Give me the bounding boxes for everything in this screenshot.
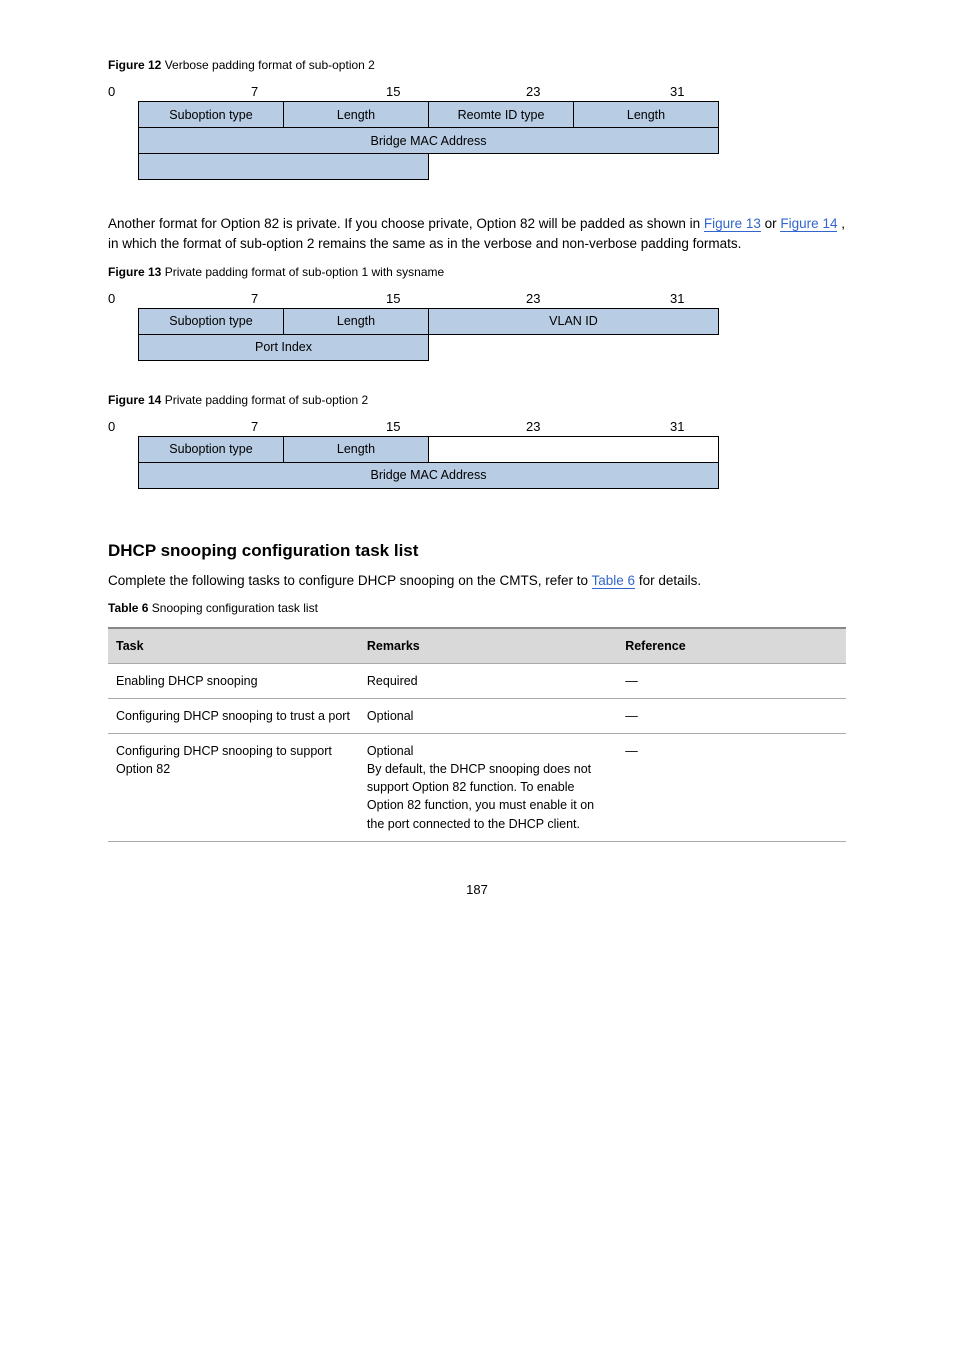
figure14-caption: Figure 14 Private padding format of sub-… bbox=[108, 393, 846, 407]
cell-suboption-type: Suboption type bbox=[139, 308, 284, 334]
cell-reference: — bbox=[617, 663, 846, 698]
figure14-diagram: 0 7 15 23 31 . Suboption type Length Bri… bbox=[108, 419, 846, 489]
bit-15: 15 bbox=[386, 84, 400, 99]
figure12-caption: Figure 12 Verbose padding format of sub-… bbox=[108, 58, 846, 72]
section-title: DHCP snooping configuration task list bbox=[108, 541, 846, 561]
figure13-caption-bold: Figure 13 bbox=[108, 265, 161, 279]
cell-port-index: Port Index bbox=[139, 334, 429, 360]
option82-paragraph: Another format for Option 82 is private.… bbox=[108, 214, 846, 255]
cell-suboption-type: Suboption type bbox=[139, 436, 284, 462]
table6: Task Remarks Reference Enabling DHCP sno… bbox=[108, 627, 846, 842]
bit-15: 15 bbox=[386, 419, 400, 434]
cell-remote-id-type: Reomte ID type bbox=[429, 102, 574, 128]
cell-bridge-mac-top: Bridge MAC Address bbox=[139, 128, 719, 154]
cell-length: Length bbox=[284, 436, 429, 462]
bit-31: 31 bbox=[670, 419, 684, 434]
bit-23: 23 bbox=[526, 84, 540, 99]
bit-23: 23 bbox=[526, 419, 540, 434]
figure12-table: Suboption type Length Reomte ID type Len… bbox=[138, 101, 719, 180]
figure13-link[interactable]: Figure 13 bbox=[704, 216, 761, 232]
bit-0: 0 bbox=[108, 419, 115, 434]
cell-task: Configuring DHCP snooping to trust a por… bbox=[108, 698, 359, 733]
figure14-link[interactable]: Figure 14 bbox=[780, 216, 837, 232]
figure13-caption: Figure 13 Private padding format of sub-… bbox=[108, 265, 846, 279]
figure13-diagram: 0 7 15 23 31 . Suboption type Length VLA… bbox=[108, 291, 846, 361]
section-para-pre: Complete the following tasks to configur… bbox=[108, 573, 592, 588]
section-paragraph: Complete the following tasks to configur… bbox=[108, 571, 846, 591]
cell-remarks: Required bbox=[359, 663, 617, 698]
th-task: Task bbox=[108, 628, 359, 664]
cell-reference: — bbox=[617, 734, 846, 842]
th-reference: Reference bbox=[617, 628, 846, 664]
figure14-caption-rest: Private padding format of sub-option 2 bbox=[161, 393, 368, 407]
cell-remarks: Optional By default, the DHCP snooping d… bbox=[359, 734, 617, 842]
bit-31: 31 bbox=[670, 84, 684, 99]
figure13-table: Suboption type Length VLAN ID Port Index bbox=[138, 308, 719, 361]
bit-0: 0 bbox=[108, 291, 115, 306]
bit-31: 31 bbox=[670, 291, 684, 306]
table-row: Configuring DHCP snooping to trust a por… bbox=[108, 698, 846, 733]
cell-bridge-mac-continued bbox=[139, 154, 429, 180]
cell-vlan-id: VLAN ID bbox=[429, 308, 719, 334]
figure12-bitlabels: 0 7 15 23 31 . bbox=[108, 84, 688, 99]
section-para-post: for details. bbox=[639, 573, 701, 588]
bit-7: 7 bbox=[251, 84, 258, 99]
figure13-caption-rest: Private padding format of sub-option 1 w… bbox=[161, 265, 444, 279]
para-pre: Another format for Option 82 is private.… bbox=[108, 216, 704, 231]
cell-length: Length bbox=[284, 308, 429, 334]
table6-caption: Table 6 Snooping configuration task list bbox=[108, 601, 846, 615]
cell-suboption-type: Suboption type bbox=[139, 102, 284, 128]
bit-7: 7 bbox=[251, 291, 258, 306]
cell-length-2: Length bbox=[574, 102, 719, 128]
table-row: Enabling DHCP snooping Required — bbox=[108, 663, 846, 698]
figure14-caption-bold: Figure 14 bbox=[108, 393, 161, 407]
cell-task: Configuring DHCP snooping to support Opt… bbox=[108, 734, 359, 842]
bit-0: 0 bbox=[108, 84, 115, 99]
figure14-bitlabels: 0 7 15 23 31 . bbox=[108, 419, 688, 434]
figure14-table: Suboption type Length Bridge MAC Address bbox=[138, 436, 719, 489]
page-number: 187 bbox=[108, 882, 846, 897]
cell-empty bbox=[429, 334, 719, 360]
cell-remarks: Optional bbox=[359, 698, 617, 733]
bit-7: 7 bbox=[251, 419, 258, 434]
bit-23: 23 bbox=[526, 291, 540, 306]
para-mid: or bbox=[765, 216, 781, 231]
table6-link[interactable]: Table 6 bbox=[592, 573, 636, 589]
bit-15: 15 bbox=[386, 291, 400, 306]
table6-caption-rest: Snooping configuration task list bbox=[148, 601, 317, 615]
table-row: Configuring DHCP snooping to support Opt… bbox=[108, 734, 846, 842]
cell-reference: — bbox=[617, 698, 846, 733]
cell-empty-top bbox=[429, 436, 719, 462]
cell-empty bbox=[429, 154, 719, 180]
cell-task: Enabling DHCP snooping bbox=[108, 663, 359, 698]
figure12-caption-bold: Figure 12 bbox=[108, 58, 161, 72]
figure12-diagram: 0 7 15 23 31 . Suboption type Length Reo… bbox=[108, 84, 846, 180]
cell-bridge-mac: Bridge MAC Address bbox=[139, 462, 719, 488]
cell-length-1: Length bbox=[284, 102, 429, 128]
table6-caption-bold: Table 6 bbox=[108, 601, 148, 615]
figure13-bitlabels: 0 7 15 23 31 . bbox=[108, 291, 688, 306]
th-remarks: Remarks bbox=[359, 628, 617, 664]
figure12-caption-rest: Verbose padding format of sub-option 2 bbox=[161, 58, 374, 72]
